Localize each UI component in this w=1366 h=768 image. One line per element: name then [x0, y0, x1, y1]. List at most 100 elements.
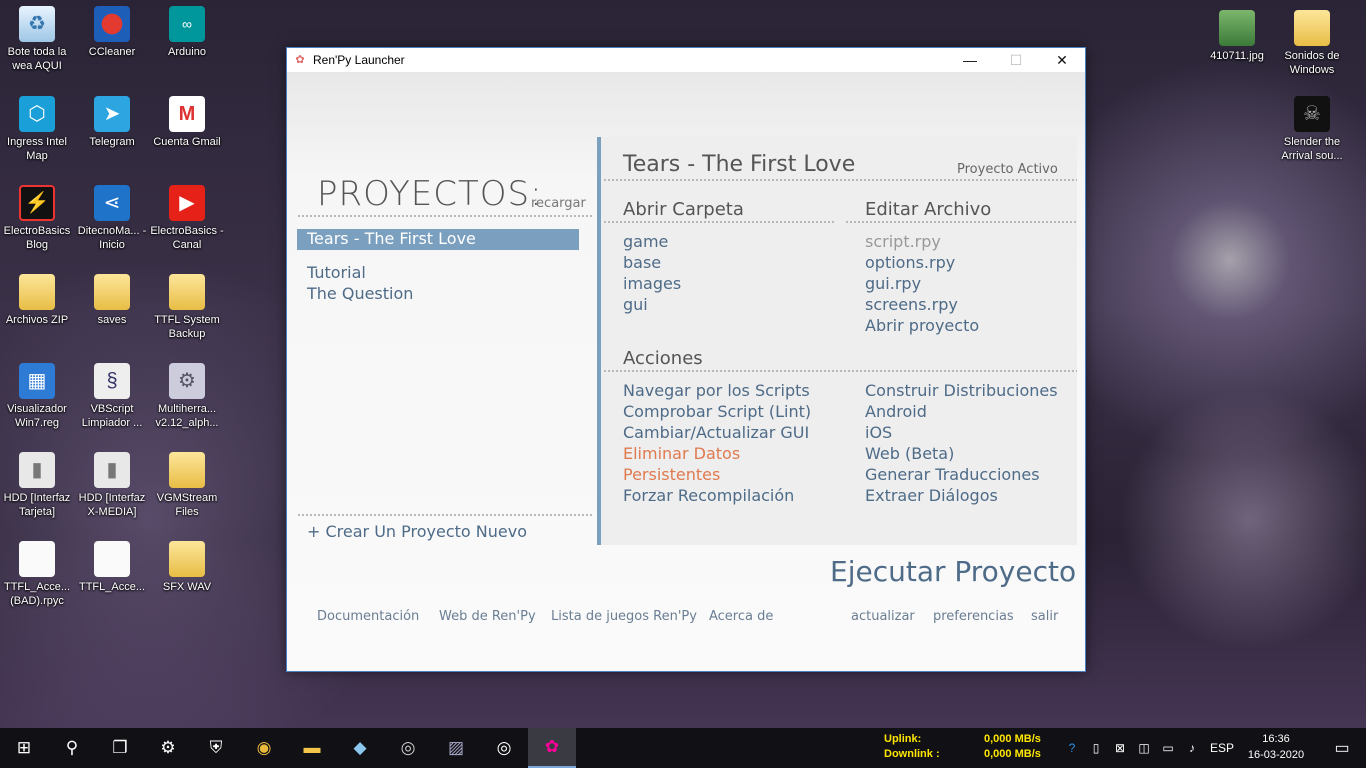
folder-link-gui[interactable]: gui — [623, 295, 648, 314]
file-link-script[interactable]: script.rpy — [865, 232, 941, 251]
desktop-icon-label: 410711.jpg — [1210, 50, 1264, 62]
action-navigate-scripts[interactable]: Navegar por los Scripts — [623, 381, 810, 400]
notepad-taskbar-button[interactable]: ◆ — [336, 728, 384, 768]
recycle-bin-icon: ♻ — [19, 6, 55, 42]
maximize-button[interactable]: ☐ — [993, 48, 1039, 72]
desktop-icon-archivos-zip[interactable]: Archivos ZIP — [0, 274, 74, 327]
file-link-gui[interactable]: gui.rpy — [865, 274, 921, 293]
action-delete-persistent-cont[interactable]: Persistentes — [623, 465, 720, 484]
desktop-icon-ttfl-backup[interactable]: TTFL System Backup — [150, 274, 224, 341]
photos-taskbar-button[interactable]: ▨ — [432, 728, 480, 768]
settings-taskbar-button[interactable]: ⚙ — [144, 728, 192, 768]
desktop-icon-vgmstream[interactable]: VGMStream Files — [150, 452, 224, 519]
desktop-icon-electrobasics-blog[interactable]: ⚡ ElectroBasics Blog — [0, 185, 74, 252]
action-force-recompile[interactable]: Forzar Recompilación — [623, 486, 794, 505]
battery-icon[interactable]: ▭ — [1156, 741, 1180, 755]
folder-link-base[interactable]: base — [623, 253, 661, 272]
action-ios[interactable]: iOS — [865, 423, 892, 442]
action-extract-dialogue[interactable]: Extraer Diálogos — [865, 486, 998, 505]
desktop-icon-hdd-xmedia[interactable]: ▮ HDD [Interfaz X-MEDIA] — [75, 452, 149, 519]
file-link-options[interactable]: options.rpy — [865, 253, 955, 272]
desktop-icon-ditecno[interactable]: ⋖ DitecnoMa... - Inicio — [75, 185, 149, 252]
desktop-icon-gmail[interactable]: M Cuenta Gmail — [150, 96, 224, 149]
action-generate-translations[interactable]: Generar Traducciones — [865, 465, 1040, 484]
desktop-icon-visualizador[interactable]: ▦ Visualizador Win7.reg — [0, 363, 74, 430]
volume-icon[interactable]: ♪ — [1180, 741, 1204, 755]
action-android[interactable]: Android — [865, 402, 927, 421]
slender-icon: ☠ — [1294, 96, 1330, 132]
chat-icon[interactable]: ◫ — [1132, 741, 1156, 755]
usb-icon[interactable]: ▯ — [1084, 741, 1108, 755]
language-indicator[interactable]: ESP — [1204, 741, 1240, 755]
action-build-distributions[interactable]: Construir Distribuciones — [865, 381, 1058, 400]
desktop-icon-slender[interactable]: ☠ Slender the Arrival sou... — [1275, 96, 1349, 163]
help-icon[interactable]: ? — [1060, 741, 1084, 755]
folder-link-game[interactable]: game — [623, 232, 668, 251]
desktop-icon-image[interactable]: 410711.jpg — [1200, 10, 1274, 63]
task-view-button[interactable]: ❐ — [96, 728, 144, 768]
desktop-icon-ttfl-bad[interactable]: TTFL_Acce... (BAD).rpyc — [0, 541, 74, 608]
folder-link-images[interactable]: images — [623, 274, 681, 293]
explorer-taskbar-button[interactable]: ▬ — [288, 728, 336, 768]
circle-icon: ◎ — [496, 738, 512, 757]
desktop-icon-label: Cuenta Gmail — [153, 136, 221, 148]
action-lint[interactable]: Comprobar Script (Lint) — [623, 402, 811, 421]
folder-icon: ▬ — [303, 738, 321, 757]
clock[interactable]: 16:36 16-03-2020 — [1244, 731, 1308, 763]
desktop-icon-label: CCleaner — [88, 46, 136, 58]
quit-link[interactable]: salir — [1031, 609, 1058, 624]
app-taskbar-button[interactable]: ◎ — [480, 728, 528, 768]
preferences-link[interactable]: preferencias — [933, 609, 1014, 624]
edit-file-title: Editar Archivo — [865, 199, 992, 220]
action-web[interactable]: Web (Beta) — [865, 444, 954, 463]
project-item-tutorial[interactable]: Tutorial — [307, 263, 366, 282]
desktop-icon-hdd-tarjeta[interactable]: ▮ HDD [Interfaz Tarjeta] — [0, 452, 74, 519]
renpy-web-link[interactable]: Web de Ren'Py — [439, 609, 536, 624]
renpy-app-icon: ✿ — [295, 54, 305, 66]
desktop-icon-sfx-wav[interactable]: SFX WAV — [150, 541, 224, 594]
desktop-icon-ingress[interactable]: ⬡ Ingress Intel Map — [0, 96, 74, 163]
renpy-taskbar-button[interactable]: ✿ — [528, 728, 576, 768]
uplink-value: 0,000 MB/s — [984, 733, 1041, 745]
notifications-button[interactable]: ▭ — [1318, 728, 1366, 768]
desktop-icon-label: ElectroBasics Blog — [3, 225, 71, 251]
open-project-link[interactable]: Abrir proyecto — [865, 316, 979, 335]
security-taskbar-button[interactable]: ⛨ — [192, 728, 240, 768]
start-button[interactable]: ⊞ — [0, 728, 48, 768]
desktop-icon-recycle-bin[interactable]: ♻ Bote toda la wea AQUI — [0, 6, 74, 73]
docs-link[interactable]: Documentación — [317, 609, 419, 624]
file-icon — [94, 541, 130, 577]
desktop-icon-arduino[interactable]: ∞ Arduino — [150, 6, 224, 59]
desktop-icon-ttfl[interactable]: TTFL_Acce... — [75, 541, 149, 594]
desktop-icon-saves[interactable]: saves — [75, 274, 149, 327]
title-bar[interactable]: ✿ Ren'Py Launcher — ☐ ✕ — [287, 48, 1085, 72]
chrome-taskbar-button[interactable]: ◉ — [240, 728, 288, 768]
desktop-icon-telegram[interactable]: ➤ Telegram — [75, 96, 149, 149]
about-link[interactable]: Acerca de — [709, 609, 773, 624]
desktop-icon-sonidos[interactable]: Sonidos de Windows — [1275, 10, 1349, 77]
search-button[interactable]: ⚲ — [48, 728, 96, 768]
media-taskbar-button[interactable]: ◎ — [384, 728, 432, 768]
games-list-link[interactable]: Lista de juegos Ren'Py — [551, 609, 697, 624]
ccleaner-icon — [94, 6, 130, 42]
file-link-screens[interactable]: screens.rpy — [865, 295, 958, 314]
desktop-icon-label: Sonidos de Windows — [1284, 50, 1340, 76]
desktop-icon-ccleaner[interactable]: CCleaner — [75, 6, 149, 59]
create-project-link[interactable]: + Crear Un Proyecto Nuevo — [307, 522, 527, 541]
project-item-the-question[interactable]: The Question — [307, 284, 413, 303]
project-item-selected[interactable]: Tears - The First Love — [297, 229, 579, 250]
close-button[interactable]: ✕ — [1039, 48, 1085, 72]
minimize-button[interactable]: — — [947, 48, 993, 72]
action-delete-persistent[interactable]: Eliminar Datos — [623, 444, 740, 463]
desktop-icon-multiherramienta[interactable]: ⚙ Multiherra... v2.12_alph... — [150, 363, 224, 430]
network-monitor: Uplink: Downlink : 0,000 MB/s 0,000 MB/s — [884, 732, 1041, 762]
action-change-gui[interactable]: Cambiar/Actualizar GUI — [623, 423, 809, 442]
network-icon[interactable]: ⊠ — [1108, 741, 1132, 755]
desktop-icon-vbscript[interactable]: § VBScript Limpiador ... — [75, 363, 149, 430]
desktop-icon-label: VGMStream Files — [156, 492, 218, 518]
launch-project-button[interactable]: Ejecutar Proyecto — [830, 555, 1076, 588]
desktop-icon-electrobasics-canal[interactable]: ▶ ElectroBasics - Canal — [150, 185, 224, 252]
reload-link[interactable]: recargar — [531, 196, 586, 211]
folder-icon — [19, 274, 55, 310]
update-link[interactable]: actualizar — [851, 609, 915, 624]
